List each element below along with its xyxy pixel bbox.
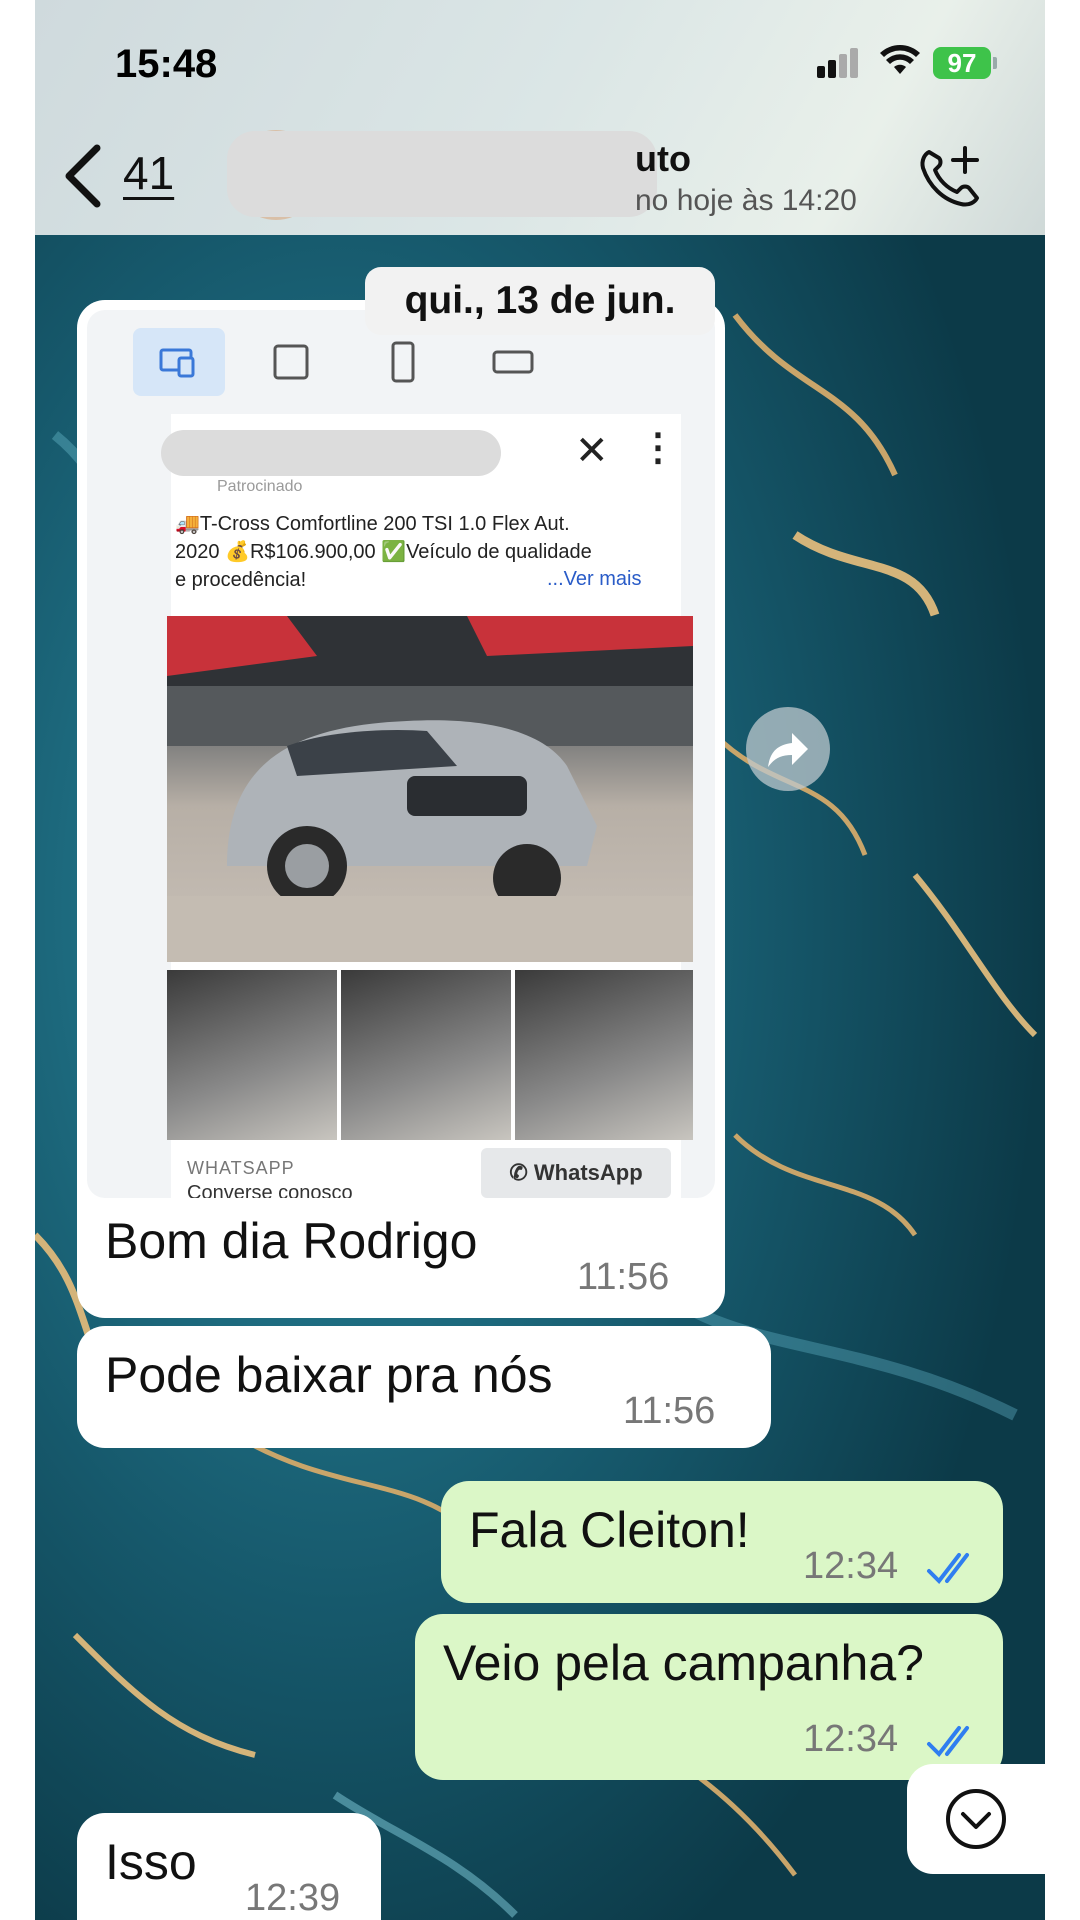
device-phone-icon [357, 328, 449, 396]
cta-label: WHATSAPP [187, 1158, 295, 1178]
message-text: Pode baixar pra nós [105, 1347, 553, 1403]
date-separator: qui., 13 de jun. [365, 267, 715, 335]
chat-screen: 15:48 97 41 uto no hoje às 14:20 qui., 1… [35, 0, 1045, 1920]
interior-photo-1 [167, 970, 337, 1140]
wifi-icon [880, 45, 920, 74]
ad-screenshot[interactable]: Patrocinado ✕ ⋮ 🚚T-Cross Comfortline 200… [87, 310, 715, 1198]
read-ticks-icon [927, 1726, 969, 1758]
message-time: 12:34 [803, 1718, 899, 1760]
contact-last-seen: no hoje às 14:20 [635, 184, 857, 217]
read-ticks-icon [927, 1553, 969, 1585]
forward-button[interactable] [746, 707, 830, 791]
message-time: 12:34 [803, 1545, 899, 1587]
back-chevron-icon[interactable] [53, 140, 113, 212]
device-desktop-icon [245, 328, 337, 396]
shared-image-message[interactable]: Patrocinado ✕ ⋮ 🚚T-Cross Comfortline 200… [77, 300, 725, 1318]
sponsored-label: Patrocinado [217, 478, 303, 495]
close-icon: ✕ [575, 429, 609, 473]
interior-photo-3 [515, 970, 693, 1140]
scroll-to-bottom-button[interactable] [907, 1764, 1045, 1874]
interior-photo-2 [341, 970, 511, 1140]
scroll-down-icon [946, 1789, 1006, 1849]
cta-sub: Converse conosco [187, 1182, 353, 1198]
message-text: Veio pela campanha? [443, 1635, 924, 1691]
add-call-icon[interactable] [915, 142, 985, 212]
whatsapp-cta-button: ✆ WhatsApp [481, 1148, 671, 1198]
message-text: Bom dia Rodrigo [105, 1213, 478, 1269]
cellular-signal-icon [817, 48, 858, 78]
car-photo [167, 616, 693, 962]
forward-icon [768, 733, 808, 767]
message-text: Isso [105, 1834, 197, 1890]
incoming-message[interactable]: Pode baixar pra nós 11:56 [77, 1326, 771, 1448]
contact-name[interactable]: uto [635, 138, 691, 180]
outgoing-message[interactable]: Fala Cleiton! 12:34 [441, 1481, 1003, 1603]
status-time: 15:48 [115, 42, 218, 86]
device-responsive-icon [133, 328, 225, 396]
battery-indicator: 97 [933, 47, 991, 79]
whatsapp-icon: ✆ [509, 1160, 528, 1185]
message-time: 11:56 [577, 1256, 670, 1298]
device-landscape-icon [467, 328, 559, 396]
redacted-contact-name [227, 131, 657, 217]
message-text: Fala Cleiton! [469, 1502, 750, 1558]
unread-count[interactable]: 41 [123, 146, 174, 200]
see-more-link: ...Ver mais [547, 568, 642, 590]
incoming-message[interactable]: Isso 12:39 [77, 1813, 381, 1920]
redacted-page-name [161, 430, 501, 476]
message-time: 11:56 [623, 1390, 716, 1432]
message-time: 12:39 [245, 1877, 341, 1919]
outgoing-message[interactable]: Veio pela campanha? 12:34 [415, 1614, 1003, 1780]
battery-tip [993, 57, 997, 69]
chat-header: 15:48 97 41 uto no hoje às 14:20 [35, 0, 1045, 235]
more-options-icon: ⋮ [639, 427, 677, 469]
